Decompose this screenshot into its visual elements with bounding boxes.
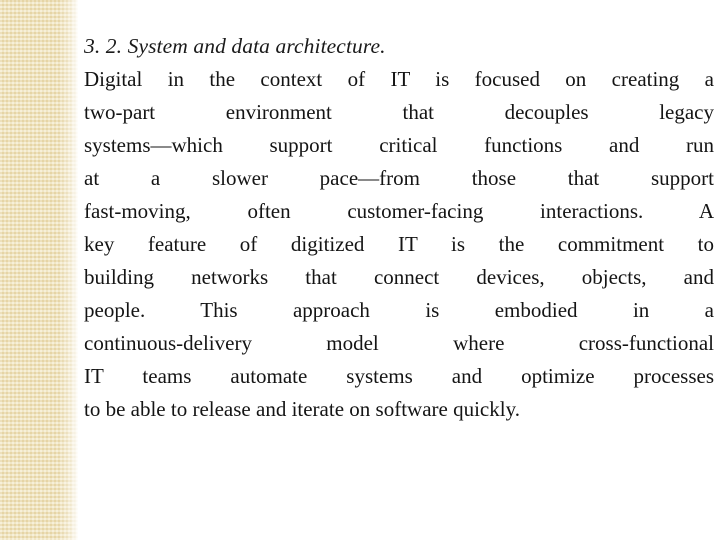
body-line: fast-moving, often customer-facing inter…: [84, 199, 714, 223]
body-paragraph: Digital in the context of IT is focused …: [84, 63, 714, 426]
body-line: at a slower pace—from those that support: [84, 166, 714, 190]
decorative-left-band: [0, 0, 78, 540]
left-band-inner-fade: [58, 0, 78, 540]
section-heading: 3. 2. System and data architecture.: [84, 34, 386, 58]
text-column: 3. 2. System and data architecture. Digi…: [84, 30, 714, 426]
body-line: to be able to release and iterate on sof…: [84, 397, 520, 421]
slide-canvas: 3. 2. System and data architecture. Digi…: [0, 0, 720, 540]
body-line: two-part environment that decouples lega…: [84, 100, 714, 124]
body-line: continuous-delivery model where cross-fu…: [84, 331, 714, 355]
body-line: IT teams automate systems and optimize p…: [84, 364, 714, 388]
body-line: key feature of digitized IT is the commi…: [84, 232, 714, 256]
body-line: Digital in the context of IT is focused …: [84, 67, 714, 91]
body-line: systems—which support critical functions…: [84, 133, 714, 157]
body-line: building networks that connect devices, …: [84, 265, 714, 289]
body-line: people. This approach is embodied in a: [84, 298, 714, 322]
